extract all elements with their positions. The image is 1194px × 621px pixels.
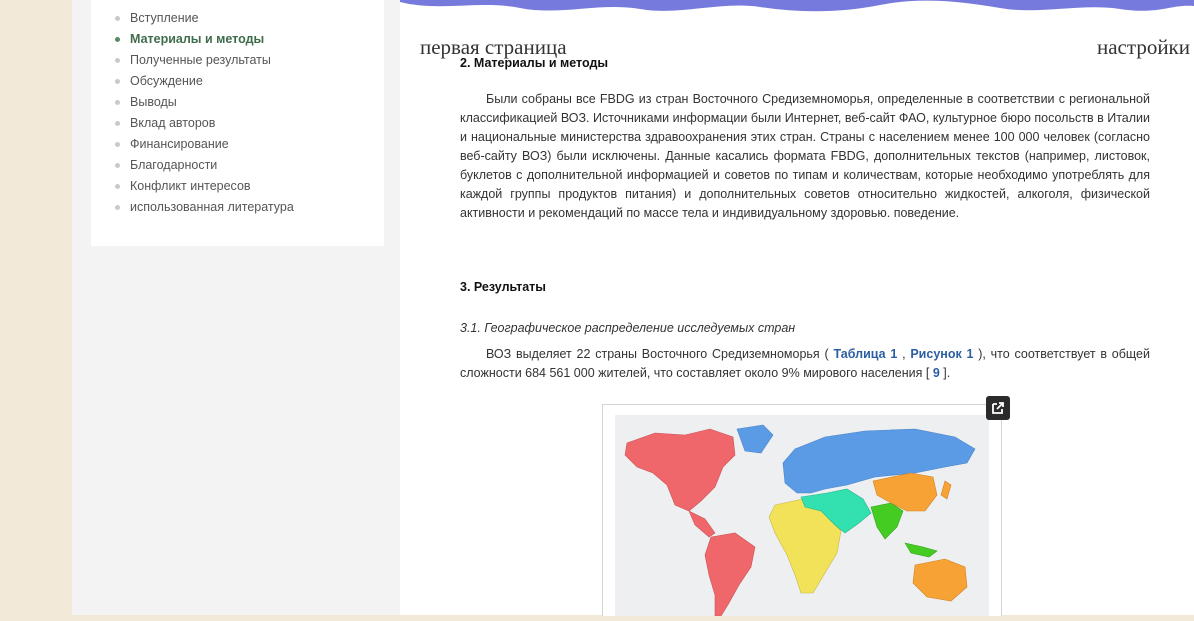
section-2-heading: 2. Материалы и методы	[460, 56, 609, 70]
toc-item[interactable]: Благодарности	[91, 155, 384, 176]
toc-list: Вступление Материалы и методы Полученные р…	[91, 0, 384, 218]
bullet-icon	[115, 184, 120, 189]
toc-item[interactable]: Материалы и методы	[91, 29, 384, 50]
bullet-icon	[115, 100, 120, 105]
map-region-greenland	[736, 424, 774, 454]
toc-item[interactable]: использованная литература	[91, 197, 384, 218]
para-text: ВОЗ выделяет 22 страны Восточного Средиз…	[486, 347, 834, 361]
section-2-paragraph: Были собраны все FBDG из стран Восточног…	[460, 92, 1150, 220]
toc-item-label: использованная литература	[130, 200, 294, 214]
bullet-icon	[115, 58, 120, 63]
settings-link[interactable]: настройки	[1097, 35, 1190, 60]
bullet-icon	[115, 205, 120, 210]
map-region-americas-north	[624, 428, 736, 512]
toc-item[interactable]: Обсуждение	[91, 71, 384, 92]
bullet-icon	[115, 121, 120, 126]
bullet-icon	[115, 16, 120, 21]
bullet-icon	[115, 37, 120, 42]
section-3-1-paragraph: ВОЗ выделяет 22 страны Восточного Средиз…	[460, 345, 1150, 383]
toc-item[interactable]: Выводы	[91, 92, 384, 113]
world-map-svg	[624, 424, 976, 617]
toc-item-label: Вклад авторов	[130, 116, 216, 130]
bullet-icon	[115, 142, 120, 147]
map-region-australia	[912, 558, 968, 602]
bullet-icon	[115, 163, 120, 168]
subsection-3-1-heading: 3.1. Географическое распределение исслед…	[460, 321, 796, 335]
table-of-contents: Вступление Материалы и методы Полученные р…	[91, 0, 384, 246]
toc-item-label: Финансирование	[130, 137, 229, 151]
map-region-americas-south	[704, 532, 756, 617]
map-region-central-america	[688, 510, 716, 538]
external-link-icon	[992, 402, 1004, 414]
open-image-button[interactable]	[986, 396, 1010, 420]
figure-1-link[interactable]: Рисунок 1	[910, 347, 973, 361]
bullet-icon	[115, 79, 120, 84]
article-main: первая страница настройки 2. Материалы и…	[400, 0, 1194, 617]
page-background-left	[0, 0, 72, 615]
toc-item[interactable]: Финансирование	[91, 134, 384, 155]
toc-item[interactable]: Вклад авторов	[91, 113, 384, 134]
toc-item-label: Материалы и методы	[130, 32, 265, 46]
toc-item-label: Обсуждение	[130, 74, 203, 88]
toc-item[interactable]: Конфликт интересов	[91, 176, 384, 197]
figure-1[interactable]	[602, 404, 1002, 617]
toc-item-label: Выводы	[130, 95, 177, 109]
toc-item-label: Конфликт интересов	[130, 179, 251, 193]
scribble-decoration	[400, 0, 1194, 12]
toc-item[interactable]: Полученные результаты	[91, 50, 384, 71]
toc-item-label: Вступление	[130, 11, 199, 25]
para-text: ].	[939, 366, 951, 380]
toc-item-label: Полученные результаты	[130, 53, 271, 67]
toc-item[interactable]: Вступление	[91, 8, 384, 29]
map-region-japan	[940, 480, 952, 500]
section-3-heading: 3. Результаты	[460, 280, 546, 294]
map-region-south-east-asia	[870, 502, 904, 540]
reference-9-link[interactable]: 9	[933, 366, 940, 380]
toc-item-label: Благодарности	[130, 158, 218, 172]
para-text: ,	[897, 347, 911, 361]
map-region-indonesia	[904, 542, 938, 558]
world-map-image	[615, 415, 989, 617]
table-1-link[interactable]: Таблица 1	[833, 347, 897, 361]
